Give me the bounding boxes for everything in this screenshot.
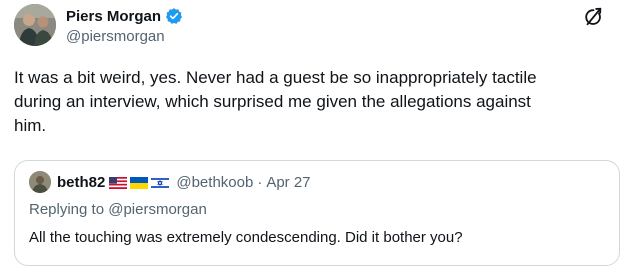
quoted-tweet-text: All the touching was extremely condescen… — [29, 229, 463, 246]
tweet-text-line: during an interview, which surprised me … — [14, 92, 531, 111]
quoted-tweet[interactable]: beth82 @bethkoob · Apr 27 Replying to @p… — [14, 160, 620, 266]
tweet-text-line: him. — [14, 116, 47, 135]
tweet-text: It was a bit weird, yes. Never had a gue… — [14, 66, 620, 138]
author-name-row: Piers Morgan — [66, 6, 183, 26]
author-display-name[interactable]: Piers Morgan — [66, 8, 161, 25]
quoted-author-handle[interactable]: @bethkoob — [176, 174, 253, 191]
tweet-text-line: It was a bit weird, yes. Never had a gue… — [14, 68, 537, 87]
quoted-tweet-date[interactable]: Apr 27 — [266, 174, 310, 191]
separator-dot: · — [257, 173, 263, 191]
tweet-card[interactable]: Piers Morgan @piersmorgan It was a bit w… — [0, 0, 634, 270]
quoted-author-display-name[interactable]: beth82 — [57, 174, 105, 191]
grok-icon[interactable] — [582, 6, 604, 28]
author-avatar[interactable] — [14, 4, 56, 46]
quoted-author-avatar[interactable] — [29, 171, 51, 193]
verified-badge-icon — [165, 7, 183, 25]
us-flag-icon — [109, 176, 128, 189]
ukraine-flag-icon — [130, 176, 149, 189]
replying-to-label[interactable]: Replying to @piersmorgan — [29, 201, 207, 218]
author-handle[interactable]: @piersmorgan — [66, 28, 165, 45]
quoted-tweet-header: beth82 @bethkoob · Apr 27 — [29, 171, 311, 193]
israel-flag-icon — [151, 176, 170, 189]
